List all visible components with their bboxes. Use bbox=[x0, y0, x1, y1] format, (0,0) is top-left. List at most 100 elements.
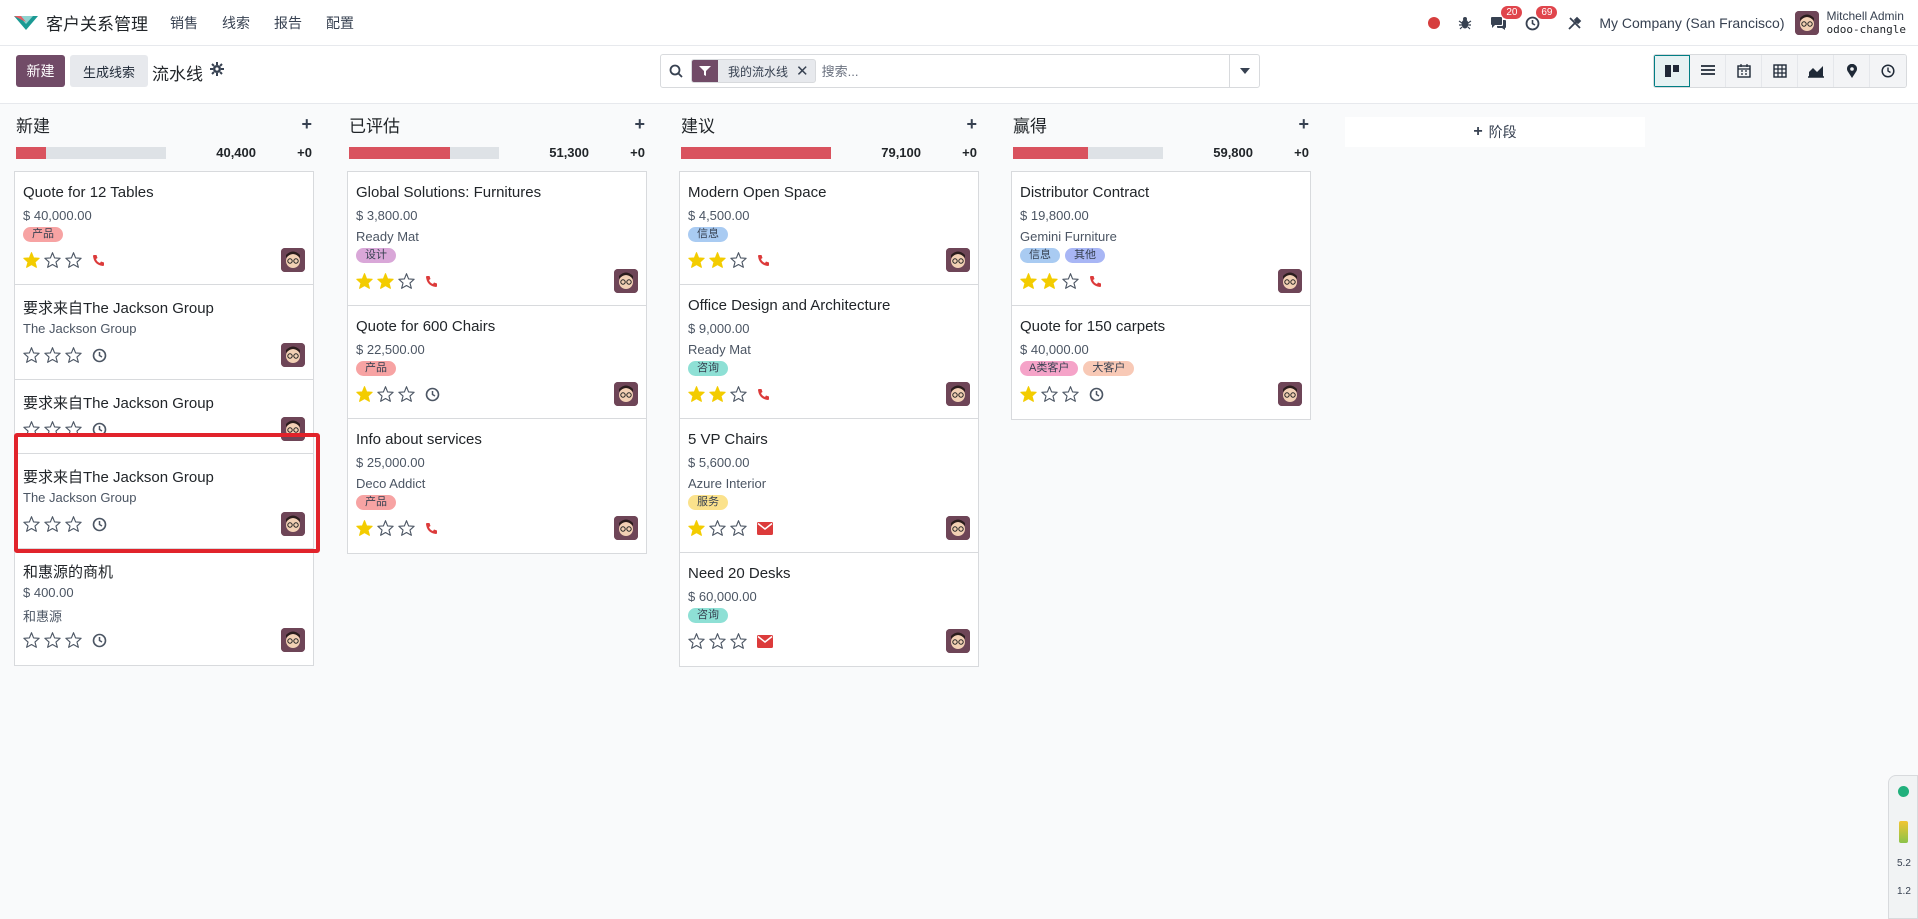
user-menu[interactable]: Mitchell Admin odoo-changle bbox=[1827, 9, 1906, 37]
priority-star-icon[interactable] bbox=[1018, 385, 1039, 403]
search-input[interactable] bbox=[821, 63, 1229, 79]
bug-icon[interactable] bbox=[1458, 16, 1472, 30]
progress-bar[interactable] bbox=[681, 147, 831, 159]
salesperson-avatar[interactable] bbox=[281, 248, 305, 272]
clock-icon[interactable] bbox=[92, 348, 107, 363]
priority-star-icon[interactable] bbox=[42, 251, 63, 269]
priority-star-icon[interactable] bbox=[686, 251, 707, 269]
app-title[interactable]: 客户关系管理 bbox=[46, 10, 148, 35]
pivot-view-icon[interactable] bbox=[1762, 55, 1798, 87]
salesperson-avatar[interactable] bbox=[281, 628, 305, 652]
priority-star-icon[interactable] bbox=[1039, 272, 1060, 290]
priority-star-icon[interactable] bbox=[396, 519, 417, 537]
priority-star-icon[interactable] bbox=[707, 632, 728, 650]
salesperson-avatar[interactable] bbox=[946, 248, 970, 272]
priority-star-icon[interactable] bbox=[42, 631, 63, 649]
priority-star-icon[interactable] bbox=[396, 272, 417, 290]
phone-icon[interactable] bbox=[1089, 275, 1102, 288]
activity-view-icon[interactable] bbox=[1870, 55, 1906, 87]
gear-icon[interactable] bbox=[210, 62, 224, 79]
priority-star-icon[interactable] bbox=[1060, 385, 1081, 403]
priority-star-icon[interactable] bbox=[1018, 272, 1039, 290]
priority-star-icon[interactable] bbox=[21, 251, 42, 269]
search-options-toggle[interactable] bbox=[1229, 55, 1259, 87]
chat-icon[interactable]: 20 bbox=[1490, 5, 1523, 31]
priority-star-icon[interactable] bbox=[396, 385, 417, 403]
priority-star-icon[interactable] bbox=[686, 385, 707, 403]
priority-star-icon[interactable] bbox=[375, 272, 396, 290]
user-avatar[interactable] bbox=[1794, 11, 1819, 35]
priority-star-icon[interactable] bbox=[1039, 385, 1060, 403]
priority-star-icon[interactable] bbox=[63, 251, 84, 269]
priority-star-icon[interactable] bbox=[728, 385, 749, 403]
opportunity-card[interactable]: Global Solutions: Furnitures $ 3,800.00 Re… bbox=[348, 172, 646, 306]
menu-leads[interactable]: 线索 bbox=[222, 13, 250, 33]
priority-star-icon[interactable] bbox=[375, 519, 396, 537]
priority-star-icon[interactable] bbox=[42, 515, 63, 533]
priority-star-icon[interactable] bbox=[707, 385, 728, 403]
priority-star-icon[interactable] bbox=[63, 420, 84, 438]
salesperson-avatar[interactable] bbox=[946, 382, 970, 406]
priority-star-icon[interactable] bbox=[42, 346, 63, 364]
priority-star-icon[interactable] bbox=[63, 631, 84, 649]
column-title[interactable]: 赢得 bbox=[1013, 112, 1047, 137]
salesperson-avatar[interactable] bbox=[1278, 382, 1302, 406]
clock-icon[interactable] bbox=[92, 517, 107, 532]
priority-star-icon[interactable] bbox=[707, 251, 728, 269]
company-switcher[interactable]: My Company (San Francisco) bbox=[1599, 15, 1784, 31]
salesperson-avatar[interactable] bbox=[1278, 269, 1302, 293]
graph-view-icon[interactable] bbox=[1798, 55, 1834, 87]
opportunity-card[interactable]: Modern Open Space $ 4,500.00 信息 bbox=[680, 172, 978, 285]
quick-create-icon[interactable]: + bbox=[634, 114, 645, 135]
column-title[interactable]: 建议 bbox=[681, 112, 715, 137]
opportunity-card[interactable]: Office Design and Architecture $ 9,000.00… bbox=[680, 285, 978, 419]
progress-bar[interactable] bbox=[16, 147, 166, 159]
clock-icon[interactable] bbox=[1089, 387, 1104, 402]
kanban-view-icon[interactable] bbox=[1654, 55, 1690, 87]
priority-star-icon[interactable] bbox=[354, 519, 375, 537]
priority-star-icon[interactable] bbox=[42, 420, 63, 438]
priority-star-icon[interactable] bbox=[728, 632, 749, 650]
phone-icon[interactable] bbox=[757, 388, 770, 401]
calendar-view-icon[interactable] bbox=[1726, 55, 1762, 87]
clock-icon[interactable] bbox=[92, 633, 107, 648]
priority-star-icon[interactable] bbox=[375, 385, 396, 403]
priority-star-icon[interactable] bbox=[686, 519, 707, 537]
opportunity-card[interactable]: Need 20 Desks $ 60,000.00 咨询 bbox=[680, 553, 978, 666]
phone-icon[interactable] bbox=[425, 275, 438, 288]
generate-leads-button[interactable]: 生成线索 bbox=[70, 55, 148, 87]
menu-config[interactable]: 配置 bbox=[326, 13, 354, 33]
app-logo-icon[interactable] bbox=[12, 12, 42, 34]
salesperson-avatar[interactable] bbox=[281, 343, 305, 367]
opportunity-card[interactable]: 要求来自The Jackson Group bbox=[15, 380, 313, 454]
priority-star-icon[interactable] bbox=[21, 631, 42, 649]
priority-star-icon[interactable] bbox=[21, 420, 42, 438]
quick-create-icon[interactable]: + bbox=[1298, 114, 1309, 135]
priority-star-icon[interactable] bbox=[728, 251, 749, 269]
opportunity-card[interactable]: Quote for 600 Chairs $ 22,500.00 产品 bbox=[348, 306, 646, 419]
opportunity-card[interactable]: 要求来自The Jackson Group The Jackson Group bbox=[15, 285, 313, 380]
phone-icon[interactable] bbox=[757, 254, 770, 267]
opportunity-card[interactable]: Quote for 150 carpets $ 40,000.00 A类客户 大客户 bbox=[1012, 306, 1310, 419]
phone-icon[interactable] bbox=[92, 254, 105, 267]
quick-create-icon[interactable]: + bbox=[966, 114, 977, 135]
salesperson-avatar[interactable] bbox=[614, 382, 638, 406]
email-icon[interactable] bbox=[757, 634, 773, 648]
progress-bar[interactable] bbox=[1013, 147, 1163, 159]
recording-dot-icon[interactable] bbox=[1428, 17, 1441, 29]
column-title[interactable]: 新建 bbox=[16, 112, 50, 137]
salesperson-avatar[interactable] bbox=[281, 417, 305, 441]
quick-create-icon[interactable]: + bbox=[301, 114, 312, 135]
remove-facet-icon[interactable]: ✕ bbox=[796, 62, 815, 80]
opportunity-card[interactable]: 5 VP Chairs $ 5,600.00 Azure Interior 服务 bbox=[680, 419, 978, 553]
clock-icon[interactable]: 69 bbox=[1525, 5, 1558, 31]
salesperson-avatar[interactable] bbox=[946, 629, 970, 653]
map-view-icon[interactable] bbox=[1834, 55, 1870, 87]
new-button[interactable]: 新建 bbox=[16, 55, 65, 87]
opportunity-card[interactable]: Quote for 12 Tables $ 40,000.00 产品 bbox=[15, 172, 313, 285]
clock-icon[interactable] bbox=[425, 387, 440, 402]
priority-star-icon[interactable] bbox=[686, 632, 707, 650]
salesperson-avatar[interactable] bbox=[281, 512, 305, 536]
email-icon[interactable] bbox=[757, 521, 773, 535]
opportunity-card[interactable]: Info about services $ 25,000.00 Deco Addic… bbox=[348, 419, 646, 553]
